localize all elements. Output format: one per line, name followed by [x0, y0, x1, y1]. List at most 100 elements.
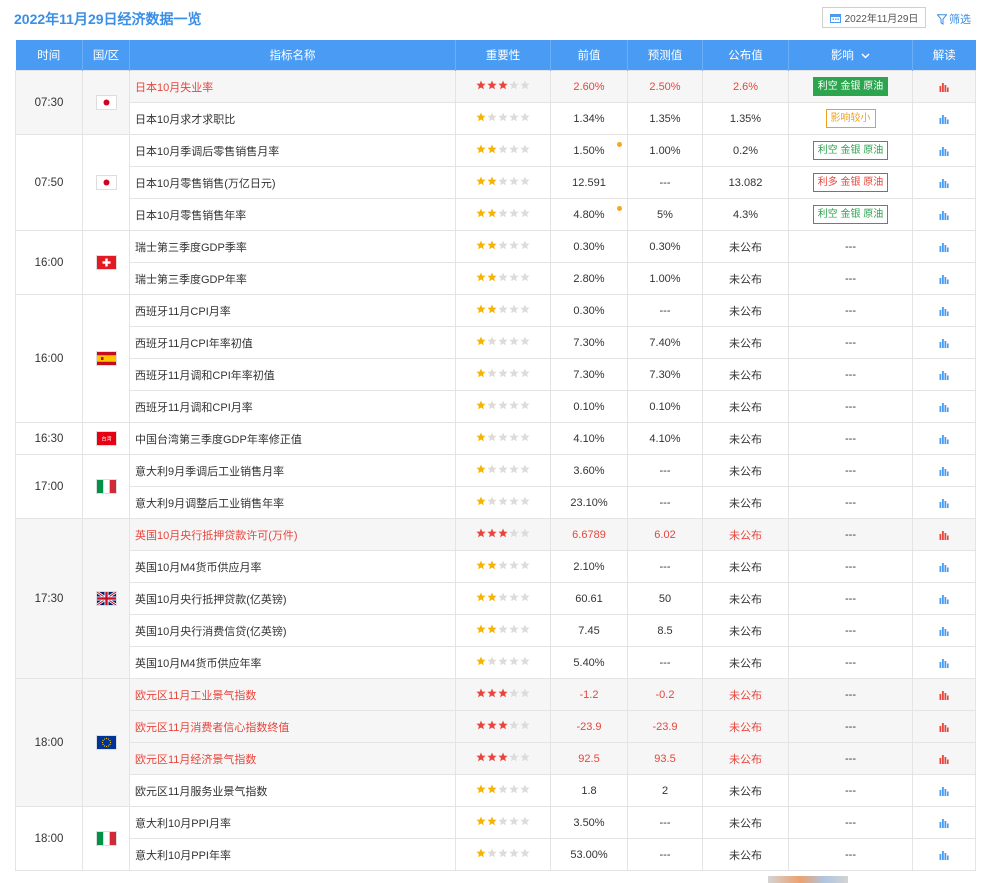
table-row[interactable]: 18:00 欧元区11月工业景气指数 -1.2 -0.2 未公布 ---: [15, 678, 976, 807]
bar-chart-icon[interactable]: [939, 338, 949, 348]
table-row[interactable]: 西班牙11月调和CPI年率初值 7.30% 7.30% 未公布 ---: [16, 358, 976, 391]
table-row[interactable]: 西班牙11月CPI年率初值 7.30% 7.40% 未公布 ---: [16, 326, 976, 359]
importance-stars: [476, 592, 530, 602]
col-forecast: 预测值: [627, 40, 703, 71]
bar-chart-icon[interactable]: [939, 786, 949, 796]
table-row[interactable]: 西班牙11月调和CPI月率 0.10% 0.10% 未公布 ---: [16, 390, 976, 423]
analysis-cell[interactable]: [912, 454, 976, 487]
table-row[interactable]: 日本10月零售销售(万亿日元) 12.591 --- 13.082 利多 金银 原油: [16, 166, 976, 199]
analysis-cell[interactable]: [912, 550, 976, 583]
star-empty-icon: [498, 592, 508, 602]
bar-chart-icon[interactable]: [939, 658, 949, 668]
bar-chart-icon[interactable]: [939, 722, 949, 732]
analysis-cell[interactable]: [912, 358, 976, 391]
star-filled-icon: [487, 304, 497, 314]
bar-chart-icon[interactable]: [939, 146, 949, 156]
date-picker[interactable]: 2022年11月29日: [822, 7, 926, 28]
table-row[interactable]: 英国10月M4货币供应年率 5.40% --- 未公布 ---: [16, 646, 976, 679]
filter-button[interactable]: 筛选: [937, 11, 971, 27]
analysis-cell[interactable]: [912, 774, 976, 807]
table-row[interactable]: 17:30 英国10月央行抵押贷款许可(万件) 6.6789 6.02 未公布 ---: [15, 518, 976, 679]
bar-chart-icon[interactable]: [939, 626, 949, 636]
bar-chart-icon[interactable]: [939, 178, 949, 188]
analysis-cell[interactable]: [912, 518, 976, 551]
bar-chart-icon[interactable]: [939, 210, 949, 220]
bar-chart-icon[interactable]: [939, 82, 949, 92]
bar-chart-icon[interactable]: [939, 370, 949, 380]
table-row[interactable]: 英国10月M4货币供应月率 2.10% --- 未公布 ---: [16, 550, 976, 583]
table-row[interactable]: 18:00 意大利10月PPI月率 3.50% --- 未公布 ---: [15, 806, 976, 871]
table-row[interactable]: 07:30 日本10月失业率 2.60% 2.50% 2.6% 利空 金银 原油: [15, 70, 976, 135]
analysis-cell[interactable]: [912, 486, 976, 519]
table-row[interactable]: 欧元区11月服务业景气指数 1.8 2 未公布 ---: [16, 774, 976, 807]
table-row[interactable]: 意大利10月PPI年率 53.00% --- 未公布 ---: [16, 838, 976, 871]
spain-flag-icon: [96, 352, 116, 365]
analysis-cell[interactable]: [912, 198, 976, 231]
time-cell: 18:00: [15, 806, 83, 871]
bar-chart-icon[interactable]: [939, 530, 949, 540]
table-row[interactable]: 16:00 西班牙11月CPI月率 0.30% --- 未公布 ---: [15, 294, 976, 423]
table-row[interactable]: 欧元区11月消费者信心指数终值 -23.9 -23.9 未公布 ---: [16, 710, 976, 743]
analysis-cell[interactable]: [912, 806, 976, 839]
table-row[interactable]: 意大利9月调整后工业销售年率 23.10% --- 未公布 ---: [16, 486, 976, 519]
col-impact[interactable]: 影响: [788, 40, 913, 71]
bar-chart-icon[interactable]: [939, 466, 949, 476]
importance-cell: [455, 582, 551, 615]
bar-chart-icon[interactable]: [939, 114, 949, 124]
bar-chart-icon[interactable]: [939, 434, 949, 444]
analysis-cell[interactable]: [912, 742, 976, 775]
analysis-cell[interactable]: [912, 390, 976, 423]
analysis-cell[interactable]: [912, 294, 976, 327]
country-cell: 台湾: [82, 422, 130, 455]
indicator-name: 英国10月M4货币供应月率: [129, 550, 456, 583]
previous-value-text: 12.591: [572, 176, 606, 189]
table-row[interactable]: 07:50 日本10月季调后零售销售月率 1.50% 1.00% 0.2% 利空 金银 原…: [15, 134, 976, 231]
bar-chart-icon[interactable]: [939, 850, 949, 860]
star-filled-icon: [476, 720, 486, 730]
bar-chart-icon[interactable]: [939, 754, 949, 764]
bar-chart-icon[interactable]: [939, 498, 949, 508]
bar-chart-icon[interactable]: [939, 818, 949, 828]
table-row[interactable]: 17:00 意大利9月季调后工业销售月率 3.60% --- 未公布 ---: [15, 454, 976, 519]
table-row[interactable]: 英国10月央行消费信贷(亿英镑) 7.45 8.5 未公布 ---: [16, 614, 976, 647]
previous-value: 7.30%: [550, 358, 628, 391]
analysis-cell[interactable]: [912, 230, 976, 263]
analysis-cell[interactable]: [912, 614, 976, 647]
bar-chart-icon[interactable]: [939, 242, 949, 252]
bar-chart-icon[interactable]: [939, 306, 949, 316]
star-empty-icon: [498, 176, 508, 186]
importance-stars: [476, 560, 530, 570]
table-row[interactable]: 英国10月央行抵押贷款(亿英镑) 60.61 50 未公布 ---: [16, 582, 976, 615]
analysis-cell[interactable]: [912, 166, 976, 199]
analysis-cell[interactable]: [912, 710, 976, 743]
table-row[interactable]: 16:30 台湾 中国台湾第三季度GDP年率修正值 4.10% 4.10% 未公布 ---: [15, 422, 976, 455]
table-row[interactable]: 日本10月求才求职比 1.34% 1.35% 1.35% 影响较小: [16, 102, 976, 135]
previous-value-text: -1.2: [579, 688, 599, 701]
analysis-cell[interactable]: [912, 326, 976, 359]
analysis-cell[interactable]: [912, 262, 976, 295]
bar-chart-icon[interactable]: [939, 274, 949, 284]
table-row[interactable]: 瑞士第三季度GDP年率 2.80% 1.00% 未公布 ---: [16, 262, 976, 295]
analysis-cell[interactable]: [912, 422, 976, 455]
analysis-cell[interactable]: [912, 134, 976, 167]
bar-chart-icon[interactable]: [939, 690, 949, 700]
star-empty-icon: [498, 208, 508, 218]
actual-value: 13.082: [702, 166, 789, 199]
importance-stars: [476, 368, 530, 378]
analysis-cell[interactable]: [912, 102, 976, 135]
impact-cell: ---: [788, 742, 913, 775]
analysis-cell[interactable]: [912, 70, 976, 103]
date-value: 2022年11月29日: [844, 14, 919, 25]
analysis-cell[interactable]: [912, 646, 976, 679]
table-row[interactable]: 16:00 瑞士第三季度GDP季率 0.30% 0.30% 未公布 ---: [15, 230, 976, 295]
table-row[interactable]: 欧元区11月经济景气指数 92.5 93.5 未公布 ---: [16, 742, 976, 775]
analysis-cell[interactable]: [912, 582, 976, 615]
bar-chart-icon[interactable]: [939, 562, 949, 572]
star-filled-icon: [476, 432, 486, 442]
analysis-cell[interactable]: [912, 678, 976, 711]
bar-chart-icon[interactable]: [939, 402, 949, 412]
analysis-cell[interactable]: [912, 838, 976, 871]
table-row[interactable]: 日本10月零售销售年率 4.80% 5% 4.3% 利空 金银 原油: [16, 198, 976, 231]
bar-chart-icon[interactable]: [939, 594, 949, 604]
impact-cell: 利空 金银 原油: [788, 134, 913, 167]
